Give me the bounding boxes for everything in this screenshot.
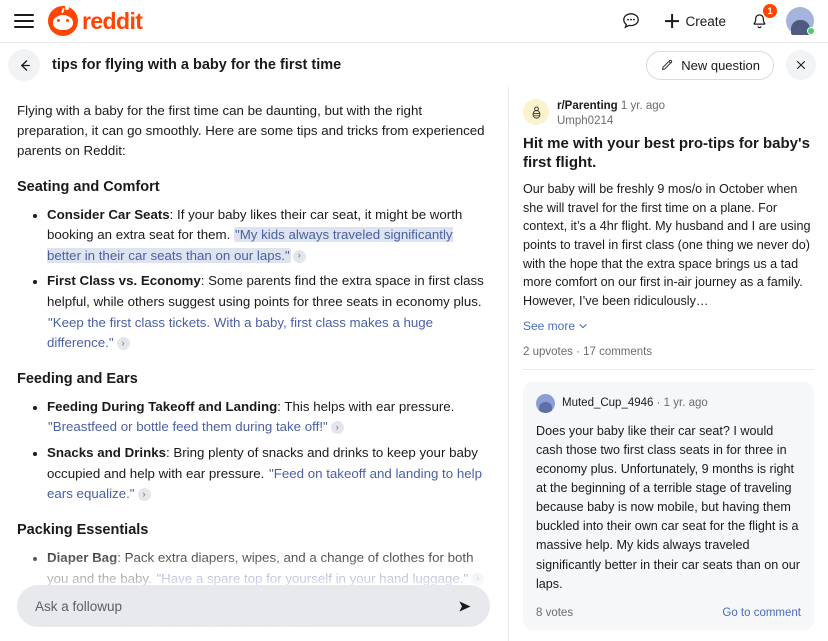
list-item: First Class vs. Economy: Some parents fi… [47,271,490,353]
reddit-logo[interactable]: reddit [48,6,143,36]
list-item: Consider Car Seats: If your baby likes t… [47,205,490,267]
post-stats: 2 upvotes · 17 comments [523,345,653,358]
new-question-button[interactable]: New question [646,50,774,80]
avatar[interactable] [536,393,555,413]
notification-badge: 1 [763,4,777,18]
subreddit-name: r/Parenting [557,100,618,112]
list-item: Feeding During Takeoff and Landing: This… [47,397,490,438]
comment-meta: Muted_Cup_4946 · 1 yr. ago [562,397,708,410]
comment-body: Does your baby like their car seat? I wo… [536,423,800,591]
post-header: r/Parenting 1 yr. ago Umph0214 [523,99,814,129]
reddit-wordmark: reddit [82,7,143,34]
section-list: Consider Car Seats: If your baby likes t… [17,205,490,354]
comment-age: 1 yr. ago [663,397,708,410]
post-author: Umph0214 [557,114,614,127]
answer-sections: Seating and Comfort Consider Car Seats: I… [17,179,490,641]
global-header: reddit Create 1 [0,0,828,42]
new-question-label: New question [681,57,760,73]
reddit-mark-icon [48,6,78,36]
post-age: 1 yr. ago [620,100,666,112]
answer-header-bar: tips for flying with a baby for the firs… [0,42,828,87]
close-icon[interactable] [786,50,816,80]
comment-card[interactable]: Muted_Cup_4946 · 1 yr. ago Does your bab… [523,381,814,630]
list-item: Diaper Bag: Pack extra diapers, wipes, a… [47,548,490,589]
source-panel: r/Parenting 1 yr. ago Umph0214 Hit me wi… [508,87,828,641]
back-arrow-icon[interactable] [8,49,40,81]
chat-bubble-icon[interactable] [618,8,644,34]
hamburger-icon[interactable] [14,8,40,34]
header-actions: Create 1 [618,4,815,35]
plus-icon [664,13,680,29]
page-title: tips for flying with a baby for the firs… [52,57,342,73]
divider [523,368,814,370]
comment-author: Muted_Cup_4946 [562,397,654,410]
bell-icon[interactable]: 1 [746,4,777,34]
list-item-text: : This helps with ear pressure. [277,398,455,414]
list-item-term: First Class vs. Economy [47,273,201,289]
section-list: Feeding During Takeoff and Landing: This… [17,397,490,505]
source-quote[interactable]: "Breastfeed or bottle feed them during t… [47,419,329,434]
quote-expand-chevron-icon[interactable]: › [137,488,151,502]
answer-intro: Flying with a baby for the first time ca… [17,103,485,159]
send-arrow-icon[interactable] [454,596,474,616]
see-more-label: See more [523,318,576,333]
answer-scroll-area[interactable]: Flying with a baby for the first time ca… [0,87,508,641]
list-item: Snacks and Drinks: Bring plenty of snack… [47,443,490,505]
answer-panel: Flying with a baby for the first time ca… [0,87,508,641]
comment-footer: 8 votes Go to comment [536,607,801,619]
list-item-term: Snacks and Drinks [47,445,166,461]
quote-expand-chevron-icon[interactable]: › [116,337,130,351]
source-quote[interactable]: "Keep the first class tickets. With a ba… [47,315,433,351]
section-heading: Seating and Comfort [17,178,160,195]
see-more-button[interactable]: See more [523,319,588,333]
parenting-subreddit-icon[interactable] [523,99,549,125]
section-heading: Packing Essentials [17,521,149,538]
comment-votes: 8 votes [536,606,574,619]
quote-expand-chevron-icon[interactable]: › [330,421,344,435]
chevron-down-icon [579,323,587,328]
quote-expand-chevron-icon[interactable]: › [471,572,485,586]
quote-expand-chevron-icon[interactable]: › [292,249,306,263]
followup-input[interactable] [33,597,454,615]
post-title: Hit me with your best pro-tips for baby'… [523,135,810,172]
post-subreddit-line[interactable]: r/Parenting 1 yr. ago [557,99,665,114]
compose-icon [662,59,673,70]
section-heading: Feeding and Ears [17,370,138,387]
goto-post-container: Go to Post [523,630,814,641]
online-status-dot [807,27,815,35]
comment-header: Muted_Cup_4946 · 1 yr. ago [536,393,801,413]
list-item-term: Feeding During Takeoff and Landing [47,398,278,414]
content-split: Flying with a baby for the first time ca… [0,87,828,641]
post-body: Our baby will be freshly 9 mos/o in Octo… [523,182,811,308]
followup-bar[interactable] [17,585,490,627]
avatar[interactable] [786,7,815,35]
go-to-comment-link[interactable]: Go to comment [722,607,801,619]
followup-container [17,585,490,627]
create-button[interactable]: Create [658,10,732,32]
list-item-term: Consider Car Seats [47,206,170,222]
create-label: Create [685,13,726,29]
list-item-term: Diaper Bag [47,549,118,565]
source-quote[interactable]: "Have a spare top for yourself in your h… [155,571,469,586]
